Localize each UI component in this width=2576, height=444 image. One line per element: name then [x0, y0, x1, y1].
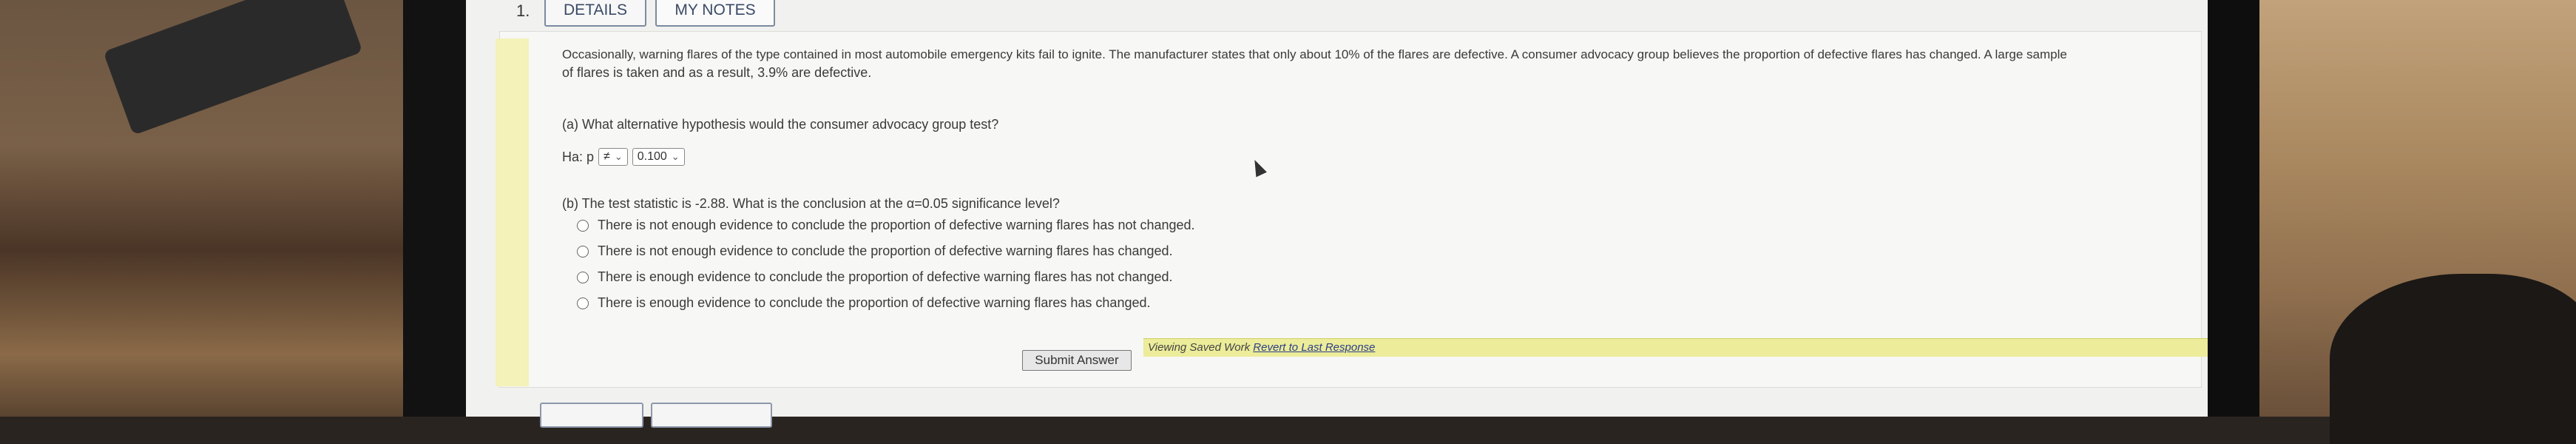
- screen: 1. DETAILS MY NOTES Occasionally, warnin…: [466, 0, 2576, 428]
- cat-silhouette: [2330, 274, 2576, 444]
- monitor-bezel-left: [403, 0, 466, 417]
- part-b-prompt: (b) The test statistic is -2.88. What is…: [562, 196, 1060, 211]
- question-intro-line1: Occasionally, warning flares of the type…: [562, 47, 2067, 61]
- question-content: Occasionally, warning flares of the type…: [562, 46, 2182, 310]
- hypothesis-label: Ha: p: [562, 149, 595, 164]
- operator-select[interactable]: ≠ ⌄: [598, 148, 628, 166]
- answer-option[interactable]: There is enough evidence to conclude the…: [577, 290, 1195, 316]
- background-photo-left: [0, 0, 414, 417]
- chevron-down-icon: ⌄: [671, 151, 680, 162]
- option-label: There is enough evidence to conclude the…: [598, 295, 1151, 310]
- question-intro-line2: of flares is taken and as a result, 3.9%…: [562, 65, 872, 80]
- question-number: 1.: [516, 1, 530, 20]
- hypothesis-row: Ha: p ≠ ⌄ 0.100 ⌄: [562, 148, 685, 166]
- answer-option[interactable]: There is enough evidence to conclude the…: [577, 264, 1195, 290]
- next-question-tab[interactable]: [651, 403, 772, 428]
- radio-button[interactable]: [577, 271, 589, 283]
- saved-work-text: Viewing Saved Work: [1148, 341, 1251, 354]
- part-a-prompt: (a) What alternative hypothesis would th…: [562, 117, 999, 132]
- answer-option[interactable]: There is not enough evidence to conclude…: [577, 212, 1195, 238]
- option-label: There is enough evidence to conclude the…: [598, 269, 1173, 284]
- question-highlight-strip: [496, 38, 529, 386]
- chevron-down-icon: ⌄: [614, 151, 623, 162]
- details-tab[interactable]: DETAILS: [544, 0, 646, 27]
- submit-answer-button[interactable]: Submit Answer: [1022, 350, 1132, 371]
- my-notes-tab[interactable]: MY NOTES: [655, 0, 775, 27]
- background-object: [103, 0, 363, 135]
- answer-options: There is not enough evidence to conclude…: [577, 212, 1195, 316]
- hypothesis-value: 0.100: [637, 150, 667, 163]
- answer-option[interactable]: There is not enough evidence to conclude…: [577, 238, 1195, 264]
- option-label: There is not enough evidence to conclude…: [598, 218, 1195, 232]
- value-select[interactable]: 0.100 ⌄: [632, 148, 685, 166]
- monitor-bezel-right: [2208, 0, 2259, 417]
- next-question-tab[interactable]: [540, 403, 643, 428]
- radio-button[interactable]: [577, 219, 589, 232]
- option-label: There is not enough evidence to conclude…: [598, 243, 1173, 258]
- operator-value: ≠: [604, 150, 610, 163]
- radio-button[interactable]: [577, 297, 589, 309]
- radio-button[interactable]: [577, 245, 589, 258]
- revert-link[interactable]: Revert to Last Response: [1253, 341, 1375, 354]
